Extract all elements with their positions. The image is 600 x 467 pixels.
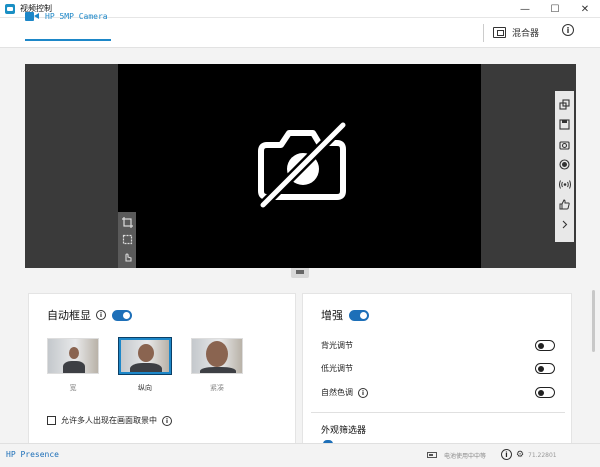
battery-icon (427, 452, 437, 458)
preview-left-toolbar (118, 212, 136, 268)
close-button[interactable]: ✕ (570, 0, 600, 18)
status-bar: HP Presence 电池使用中中等 i ⚙ 71.22801 (0, 443, 600, 467)
backlight-label: 背光调节 (321, 341, 353, 350)
appearance-filters-title: 外观筛选器 (321, 426, 367, 436)
auto-frame-title: 自动框显 (47, 309, 91, 322)
mixer-icon (493, 26, 506, 38)
natural-tone-toggle[interactable] (535, 387, 555, 398)
auto-frame-toggle[interactable] (112, 309, 132, 321)
lowlight-row: 低光调节 (321, 363, 555, 374)
camera-tab-label: HP 5MP Camera (45, 11, 108, 21)
backlight-toggle[interactable] (535, 340, 555, 351)
auto-frame-panel: 自动框显 i 宽 纵向 紧凑 允许多人出现在画面取景中 i (28, 293, 296, 443)
natural-tone-row: 自然色调 i (321, 387, 555, 398)
section-divider (311, 412, 565, 413)
touch-icon[interactable] (120, 249, 134, 263)
preview-collapse-handle[interactable] (291, 268, 309, 278)
save-icon[interactable] (558, 117, 572, 131)
version-label: 71.22801 (528, 452, 557, 459)
framing-wide-thumbnail[interactable] (47, 338, 99, 374)
camera-capture-icon[interactable] (558, 137, 572, 151)
record-icon[interactable] (558, 157, 572, 171)
scrollbar-thumb[interactable] (592, 290, 595, 352)
app-icon (5, 3, 15, 14)
framing-wide-label: 宽 (69, 384, 77, 392)
lowlight-label: 低光调节 (321, 364, 353, 373)
enhance-header: 增强 (321, 307, 369, 323)
power-status: 电池使用中中等 (444, 453, 487, 460)
header-divider (483, 24, 484, 42)
brand-label: HP Presence (6, 450, 59, 459)
window-controls: — ☐ ✕ (510, 0, 600, 18)
camera-off-icon (257, 121, 349, 209)
backlight-row: 背光调节 (321, 340, 555, 351)
thumbs-up-icon[interactable] (558, 197, 572, 211)
gear-icon[interactable]: ⚙ (516, 450, 524, 460)
multi-person-checkbox[interactable] (47, 416, 56, 425)
framing-portrait-thumbnail[interactable] (118, 337, 172, 375)
info-icon[interactable]: i (501, 449, 512, 460)
framing-labels: 宽 纵向 紧凑 (47, 383, 263, 393)
lowlight-toggle[interactable] (535, 363, 555, 374)
camera-preview (25, 64, 576, 268)
maximize-button[interactable]: ☐ (540, 0, 570, 18)
minimize-button[interactable]: — (510, 0, 540, 18)
mixer-label: 混合器 (512, 28, 540, 39)
video-camera-icon (25, 11, 39, 21)
copy-icon[interactable] (558, 97, 572, 111)
tab-camera[interactable]: HP 5MP Camera (25, 5, 108, 27)
framing-tight-thumbnail[interactable] (191, 338, 243, 374)
multi-person-label: 允许多人出现在画面取景中 (61, 416, 157, 425)
multi-person-option: 允许多人出现在画面取景中 i (47, 415, 172, 426)
info-icon[interactable]: i (96, 310, 106, 320)
framing-tight-label: 紧凑 (210, 384, 224, 392)
auto-frame-header: 自动框显 i (47, 307, 132, 323)
enhance-panel: 增强 背光调节 低光调节 自然色调 i 外观筛选器 (302, 293, 572, 444)
info-icon[interactable]: i (358, 387, 368, 398)
framing-portrait-label: 纵向 (138, 384, 152, 392)
active-tab-indicator (25, 39, 111, 41)
framing-options (47, 337, 263, 375)
preview-right-toolbar (555, 91, 574, 242)
enhance-title: 增强 (321, 309, 343, 322)
info-icon[interactable]: i (162, 415, 172, 426)
natural-tone-label: 自然色调 (321, 388, 353, 397)
chevron-right-icon[interactable] (558, 217, 572, 231)
crop-resize-icon[interactable] (120, 232, 134, 246)
natural-tone-group: 自然色调 i (321, 387, 368, 398)
crop-icon[interactable] (120, 215, 134, 229)
info-icon[interactable]: i (562, 24, 574, 36)
enhance-toggle[interactable] (349, 309, 369, 321)
broadcast-icon[interactable] (558, 177, 572, 191)
mixer-button[interactable]: 混合器 (493, 23, 539, 41)
